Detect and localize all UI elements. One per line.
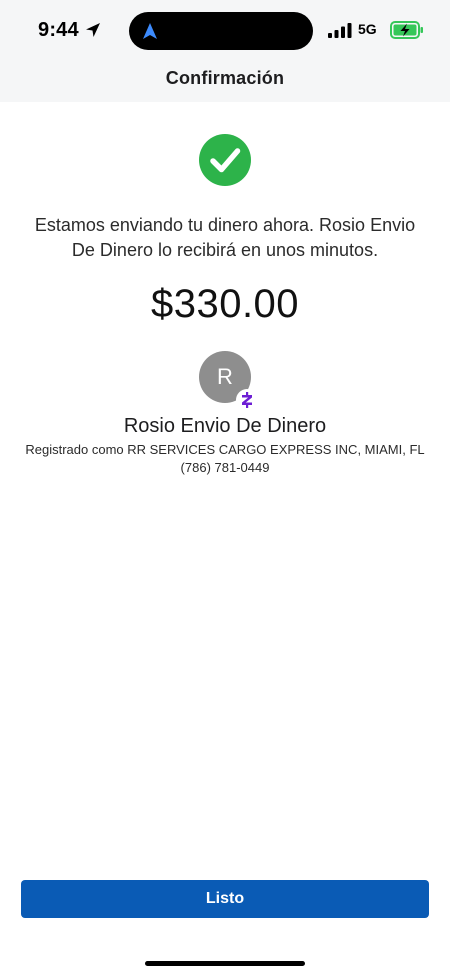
battery-charging-icon <box>390 21 423 39</box>
home-indicator[interactable] <box>145 961 305 966</box>
dynamic-island <box>129 12 313 50</box>
network-type: 5G <box>358 21 377 37</box>
sent-amount: $330.00 <box>150 282 300 326</box>
header-band: 9:44 5G Confirmación <box>0 0 450 102</box>
confirmation-message: Estamos enviando tu dinero ahora. Rosio … <box>34 215 416 260</box>
confirmation-screen: 9:44 5G Confirmación Estamos enviando tu… <box>0 0 450 975</box>
recipient-registered-as: Registrado como RR SERVICES CARGO EXPRES… <box>25 442 425 457</box>
recipient-phone: (786) 781-0449 <box>180 460 270 475</box>
page-title: Confirmación <box>165 68 285 88</box>
status-bar: 9:44 5G <box>0 0 450 62</box>
navigation-arrow-icon <box>143 23 157 39</box>
done-button[interactable]: Listo <box>21 880 429 918</box>
location-arrow-icon <box>86 23 100 37</box>
status-time: 9:44 <box>38 19 79 41</box>
checkmark-circle-icon <box>199 134 251 186</box>
recipient-name: Rosio Envio De Dinero <box>123 415 327 437</box>
cellular-signal-icon <box>328 23 352 38</box>
zelle-icon <box>236 389 258 411</box>
